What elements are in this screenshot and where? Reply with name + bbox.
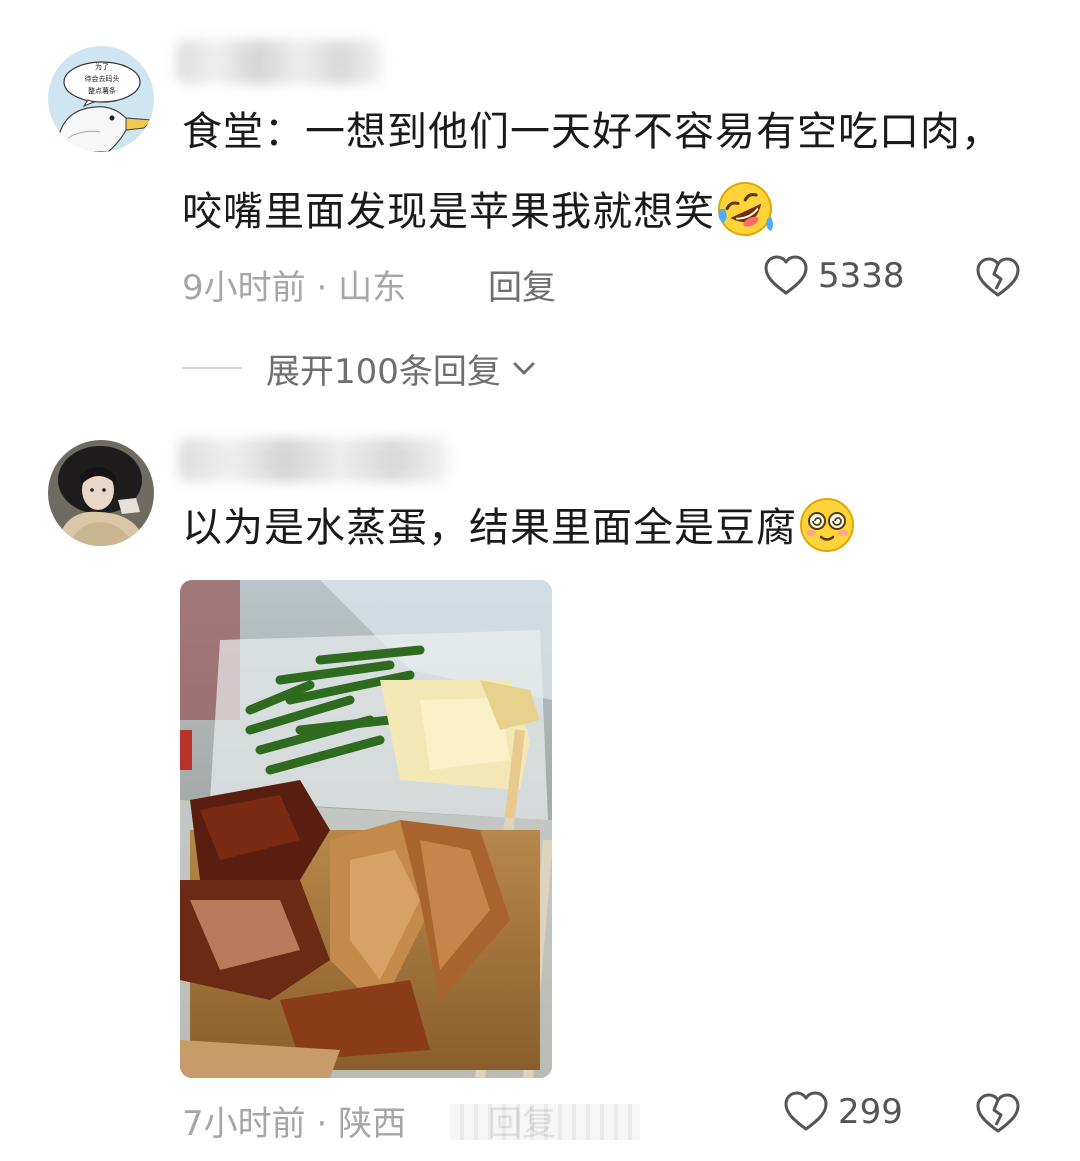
username-blurred xyxy=(178,438,448,482)
comment-text: 以为是水蒸蛋，结果里面全是豆腐 xyxy=(182,488,1012,568)
comment-text: 食堂：一想到他们一天好不容易有空吃口肉，咬嘴里面发现是苹果我就想笑 xyxy=(182,92,1012,252)
comment-2: 以为是水蒸蛋，结果里面全是豆腐 7小时前 · 陕西 299 xyxy=(0,420,1080,1161)
location: 山东 xyxy=(338,268,407,308)
reply-button[interactable]: 回复 xyxy=(488,260,556,309)
comment-meta: 9小时前 · 山东 回复 5338 xyxy=(182,252,1042,312)
expand-replies-button[interactable]: 展开100条回复 xyxy=(182,338,539,398)
divider-line xyxy=(182,367,242,369)
broken-heart-icon xyxy=(976,1093,1020,1133)
meta-separator: · xyxy=(316,1104,328,1144)
dislike-button[interactable] xyxy=(974,1090,1022,1138)
like-button[interactable]: 299 xyxy=(782,1088,903,1136)
rofl-emoji-icon xyxy=(715,179,775,239)
avatar[interactable]: 为了 待会去码头 整点薯条 xyxy=(48,46,154,152)
like-button[interactable]: 5338 xyxy=(762,252,905,300)
heart-outline-icon xyxy=(784,1091,828,1131)
like-count: 299 xyxy=(838,1092,903,1132)
comment-body: 食堂：一想到他们一天好不容易有空吃口肉，咬嘴里面发现是苹果我就想笑 xyxy=(182,109,1002,235)
comment-1: 为了 待会去码头 整点薯条 食堂：一想到他们一天好不容易有空吃口肉，咬嘴里面发现… xyxy=(0,0,1080,420)
meta-separator: · xyxy=(316,268,328,308)
food-photo-image xyxy=(180,580,552,1078)
broken-heart-icon xyxy=(976,257,1020,297)
heart-outline-icon xyxy=(764,255,808,295)
dizzy-eyes-emoji-icon xyxy=(797,495,857,555)
timestamp-location: 9小时前 · 山东 xyxy=(182,260,406,309)
dislike-button[interactable] xyxy=(974,254,1022,302)
expand-replies-label: 展开100条回复 xyxy=(266,351,501,392)
timestamp-location: 7小时前 · 陕西 xyxy=(182,1096,406,1145)
watermark-overlay xyxy=(450,1104,640,1140)
avatar-text-2: 待会去码头 xyxy=(85,74,120,83)
girl-avatar-image xyxy=(48,440,154,546)
username-blurred xyxy=(176,40,382,84)
food-photo[interactable] xyxy=(180,580,552,1078)
like-count: 5338 xyxy=(818,256,905,296)
chevron-down-icon xyxy=(513,362,535,375)
timestamp: 7小时前 xyxy=(182,1104,306,1144)
avatar[interactable] xyxy=(48,440,154,546)
avatar-text-1: 为了 xyxy=(95,62,109,71)
avatar-text-3: 整点薯条 xyxy=(88,86,116,95)
location: 陕西 xyxy=(338,1104,407,1144)
comment-body: 以为是水蒸蛋，结果里面全是豆腐 xyxy=(182,505,797,551)
timestamp: 9小时前 xyxy=(182,268,306,308)
seagull-avatar-image: 为了 待会去码头 整点薯条 xyxy=(48,46,154,152)
